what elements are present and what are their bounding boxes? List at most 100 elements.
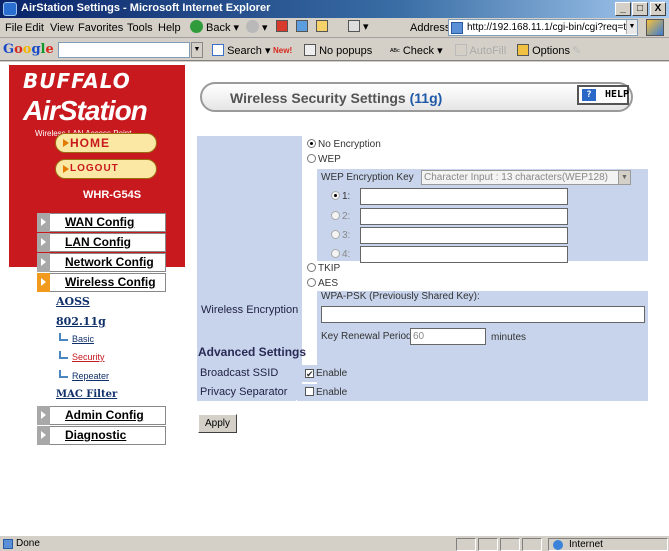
key-renewal-input[interactable]: 60 <box>410 328 486 345</box>
google-logo[interactable]: Google ▾ <box>3 42 65 57</box>
aes-radio[interactable] <box>307 278 316 287</box>
google-options-button[interactable]: Options <box>517 44 570 57</box>
close-button[interactable]: X <box>650 2 666 16</box>
no-encryption-option[interactable]: No Encryption <box>307 139 381 150</box>
submenu-aoss[interactable]: AOSS <box>56 295 90 308</box>
wpa-psk-input[interactable] <box>321 306 645 323</box>
tkip-option[interactable]: TKIP <box>307 263 340 274</box>
ie-window-icon[interactable] <box>3 2 17 16</box>
google-g-icon <box>212 44 224 56</box>
wep-key4-option[interactable]: 4: <box>331 249 350 260</box>
wep-key3-radio[interactable] <box>331 230 340 239</box>
key-renewal-label: Key Renewal Period : <box>321 331 418 342</box>
menu-diagnostic[interactable]: Diagnostic <box>37 426 166 445</box>
wep-key3-option[interactable]: 3: <box>331 230 350 241</box>
window-title-bar: AirStation Settings - Microsoft Internet… <box>0 0 669 18</box>
menu-help[interactable]: Help <box>158 22 181 34</box>
menu-tools[interactable]: Tools <box>127 22 153 34</box>
menu-edit[interactable]: Edit <box>25 22 44 34</box>
wep-key3-input[interactable] <box>360 227 568 244</box>
submenu-security[interactable]: Security <box>59 351 105 362</box>
no-encryption-radio[interactable] <box>307 139 316 148</box>
logout-link[interactable]: LOGOUT <box>55 159 157 179</box>
privacy-separator-label: Privacy Separator <box>197 384 296 401</box>
privacy-separator-value: Enable <box>297 384 648 401</box>
autofill-icon <box>455 44 467 56</box>
wep-key2-radio[interactable] <box>331 211 340 220</box>
help-button[interactable]: ? HELP <box>577 85 629 105</box>
check-label: Check <box>402 45 435 57</box>
wep-key-type-select[interactable]: Character Input : 13 characters(WEP128) … <box>421 170 631 185</box>
pencil-icon[interactable]: ✎ <box>572 44 581 57</box>
forward-button[interactable]: ▾ <box>246 20 268 36</box>
menu-wan-config[interactable]: WAN Config <box>37 213 166 232</box>
address-input[interactable]: http://192.168.11.1/cgi-bin/cgi?req=tfr& <box>448 19 638 36</box>
privacy-separator-enable-label: Enable <box>316 387 348 398</box>
media-button[interactable]: ▾ <box>348 20 369 36</box>
window-title: AirStation Settings - Microsoft Internet… <box>21 2 271 14</box>
tkip-radio[interactable] <box>307 263 316 272</box>
aes-label: AES <box>318 278 339 289</box>
wep-key1-label: 1: <box>342 191 351 202</box>
menu-lan-config[interactable]: LAN Config <box>37 233 166 252</box>
google-search-input[interactable] <box>58 42 190 58</box>
aes-option[interactable]: AES <box>307 278 338 289</box>
address-dropdown-button[interactable]: ▼ <box>626 20 637 34</box>
spell-check-button[interactable]: ᴬᴮᶜ Check ▾ <box>390 44 443 57</box>
autofill-label: AutoFill <box>469 45 507 57</box>
submenu-repeater[interactable]: Repeater <box>59 370 109 381</box>
privacy-separator-checkbox[interactable] <box>305 387 314 396</box>
wep-key4-input[interactable] <box>360 246 568 263</box>
status-text: Done <box>16 538 40 549</box>
forward-arrow-icon <box>246 20 259 33</box>
menu-tab-icon <box>37 426 50 445</box>
menu-label: Network Config <box>65 255 154 269</box>
wep-option[interactable]: WEP <box>307 154 341 165</box>
google-search-button[interactable]: Search ▾ <box>212 44 271 57</box>
options-icon <box>517 44 529 56</box>
back-label: Back <box>206 22 231 34</box>
wep-key4-radio[interactable] <box>331 249 340 258</box>
wep-radio[interactable] <box>307 154 316 163</box>
stop-button[interactable] <box>276 20 288 36</box>
menu-admin-config[interactable]: Admin Config <box>37 406 166 425</box>
menu-file[interactable]: File <box>5 22 23 34</box>
google-news-button[interactable]: New! <box>273 44 292 56</box>
broadcast-ssid-enable-label: Enable <box>316 368 348 379</box>
wep-key1-option[interactable]: 1: <box>331 191 350 202</box>
wep-key1-input[interactable] <box>360 188 568 205</box>
refresh-button[interactable] <box>296 20 308 36</box>
autofill-button[interactable]: AutoFill <box>455 44 506 57</box>
menu-favorites[interactable]: Favorites <box>78 22 123 34</box>
popup-blocker-button[interactable]: No popups <box>304 44 372 57</box>
question-icon: ? <box>582 89 596 101</box>
menu-network-config[interactable]: Network Config <box>37 253 166 272</box>
menu-tab-icon <box>37 233 50 252</box>
submenu-basic[interactable]: Basic <box>59 333 94 344</box>
help-label: HELP <box>605 89 630 100</box>
menu-view[interactable]: View <box>50 22 74 34</box>
maximize-button[interactable]: □ <box>632 2 648 16</box>
broadcast-ssid-value: ✔ Enable <box>297 365 648 382</box>
google-search-dropdown[interactable]: ▼ <box>191 42 203 58</box>
menu-tab-icon <box>37 273 50 292</box>
menu-wireless-config[interactable]: Wireless Config <box>37 273 166 292</box>
wep-key2-option[interactable]: 2: <box>331 211 350 222</box>
page-title-text: Wireless Security Settings <box>230 90 406 106</box>
wep-key1-radio[interactable] <box>331 191 340 200</box>
back-button[interactable]: Back ▾ <box>190 20 239 36</box>
apply-button[interactable]: Apply <box>198 414 237 433</box>
popup-blocker-icon <box>304 44 316 56</box>
new-badge: New! <box>273 46 293 55</box>
submenu-mac-filter[interactable]: MAC Filter <box>56 389 117 400</box>
submenu-802-11g[interactable]: 802.11g <box>56 315 106 328</box>
minimize-button[interactable]: _ <box>615 2 631 16</box>
google-search-label: Search <box>227 45 262 57</box>
broadcast-ssid-checkbox[interactable]: ✔ <box>305 369 314 379</box>
wireless-encryption-label: Wireless Encryption <box>201 304 299 316</box>
menu-tab-icon <box>37 213 50 232</box>
wep-key2-input[interactable] <box>360 208 568 225</box>
home-browser-button[interactable] <box>316 20 328 36</box>
home-link[interactable]: HOME <box>55 133 157 153</box>
menu-label: Admin Config <box>65 408 144 422</box>
